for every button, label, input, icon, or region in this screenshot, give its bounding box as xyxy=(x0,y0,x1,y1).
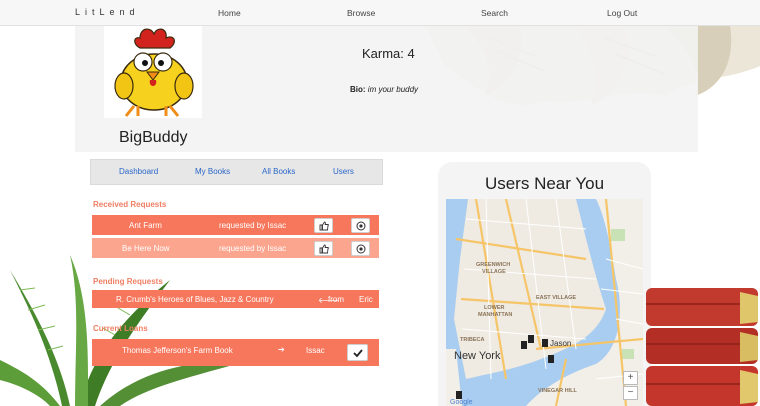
google-logo: Google xyxy=(450,399,473,406)
request-status: requested by Issac xyxy=(219,221,287,230)
user-marker-icon[interactable] xyxy=(456,391,462,399)
book-title: Ant Farm xyxy=(129,221,162,230)
map-label-greenwich: GREENWICH xyxy=(476,262,510,268)
bio-text: im your buddy xyxy=(367,85,419,94)
nav-browse[interactable]: Browse xyxy=(347,8,375,18)
request-user: Eric xyxy=(359,295,373,304)
tab-all-books[interactable]: All Books xyxy=(262,167,295,176)
bio: Bio: im your buddy xyxy=(350,85,418,94)
request-status: requested by Issac xyxy=(219,244,287,253)
zoom-out-button[interactable]: − xyxy=(623,386,638,400)
map-label-tribeca: TRIBECA xyxy=(460,337,484,343)
map-label-new-york: New York xyxy=(454,350,501,362)
user-marker-icon[interactable] xyxy=(548,355,554,363)
nav-search[interactable]: Search xyxy=(481,8,508,18)
user-marker-icon[interactable] xyxy=(542,339,548,347)
decline-button[interactable] xyxy=(351,218,370,233)
user-marker-icon[interactable] xyxy=(528,335,534,343)
bio-label: Bio: xyxy=(350,85,366,94)
circle-x-icon xyxy=(356,244,366,254)
book-title: Thomas Jefferson's Farm Book xyxy=(122,346,233,355)
loan-user: Issac xyxy=(306,346,325,355)
arrow-right-icon: ➔ xyxy=(278,345,285,354)
current-loan-row: Thomas Jefferson's Farm Book ➔ Issac xyxy=(92,339,379,366)
received-request-row: Be Here Now requested by Issac xyxy=(92,238,379,258)
map-canvas: GREENWICH VILLAGE EAST VILLAGE LOWER MAN… xyxy=(446,199,643,406)
profile-card: BigBuddy Karma: 4 Bio: im your buddy xyxy=(75,26,698,152)
book-title: R. Crumb's Heroes of Blues, Jazz & Count… xyxy=(116,295,274,304)
tab-dashboard[interactable]: Dashboard xyxy=(119,167,158,176)
map-label-east-village: EAST VILLAGE xyxy=(536,295,576,301)
pending-request-row: R. Crumb's Heroes of Blues, Jazz & Count… xyxy=(92,290,379,308)
avatar xyxy=(104,26,202,118)
pending-requests-heading: Pending Requests xyxy=(93,277,163,286)
navbar: LitLend Home Browse Search Log Out xyxy=(0,0,760,26)
user-marker-icon[interactable] xyxy=(521,341,527,349)
tab-my-books[interactable]: My Books xyxy=(195,167,230,176)
map-label-manhattan: MANHATTAN xyxy=(478,312,512,318)
from-label: from xyxy=(328,295,344,304)
received-request-row: Ant Farm requested by Issac xyxy=(92,215,379,235)
brand-logo[interactable]: LitLend xyxy=(75,7,140,17)
thumbs-up-icon xyxy=(319,221,329,231)
return-confirm-button[interactable] xyxy=(347,344,368,361)
users-map[interactable]: GREENWICH VILLAGE EAST VILLAGE LOWER MAN… xyxy=(446,199,643,406)
karma-score: Karma: 4 xyxy=(362,46,415,61)
map-panel-title: Users Near You xyxy=(484,174,605,193)
users-near-you-panel: Users Near You GREENWICH VILLAGE EAST VI… xyxy=(438,162,651,406)
stacked-books-background-image xyxy=(646,288,758,406)
book-title: Be Here Now xyxy=(122,244,170,253)
current-loans-heading: Current Loans xyxy=(93,324,148,333)
zoom-in-button[interactable]: + xyxy=(623,371,638,385)
accept-button[interactable] xyxy=(314,218,333,233)
thumbs-up-icon xyxy=(319,244,329,254)
checkmark-icon xyxy=(353,349,363,358)
map-label-village: VILLAGE xyxy=(482,269,506,275)
received-requests-heading: Received Requests xyxy=(93,200,167,209)
nav-logout[interactable]: Log Out xyxy=(607,8,637,18)
tab-users[interactable]: Users xyxy=(333,167,354,176)
chicken-avatar-image xyxy=(114,28,194,117)
nav-home[interactable]: Home xyxy=(218,8,241,18)
map-label-jason: Jason xyxy=(550,339,571,348)
dashboard-tabs: Dashboard My Books All Books Users xyxy=(90,159,383,185)
map-label-vinegar-hill: VINEGAR HILL xyxy=(538,388,577,394)
accept-button[interactable] xyxy=(314,241,333,256)
decline-button[interactable] xyxy=(351,241,370,256)
circle-x-icon xyxy=(356,221,366,231)
map-label-lower: LOWER xyxy=(484,305,504,311)
username: BigBuddy xyxy=(119,129,188,146)
